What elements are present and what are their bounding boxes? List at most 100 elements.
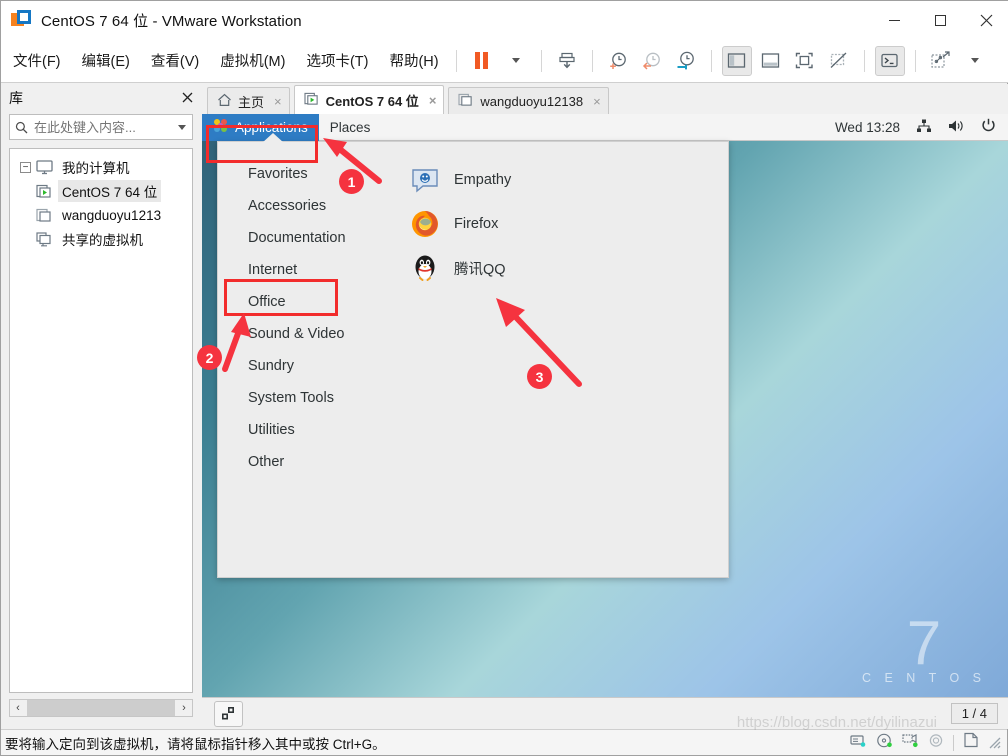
- tree-item-my-computer[interactable]: − 我的计算机: [10, 155, 192, 179]
- tab-close-icon[interactable]: ×: [429, 93, 437, 108]
- category-favorites[interactable]: Favorites: [218, 158, 400, 190]
- panel-clock[interactable]: Wed 13:28: [835, 120, 900, 135]
- category-sundry[interactable]: Sundry: [218, 350, 400, 382]
- stretch-dropdown[interactable]: [960, 46, 990, 76]
- panel-status-area: Wed 13:28: [835, 118, 1008, 136]
- status-bar: 要将输入定向到该虚拟机，请将鼠标指针移入其中或按 Ctrl+G。: [1, 729, 1007, 755]
- tree-item-centos[interactable]: CentOS 7 64 位: [36, 179, 192, 203]
- content-area: 主页 × CentOS 7 64 位 × wangduoyu12138 × Ap…: [202, 84, 1008, 729]
- tab-close-icon[interactable]: ×: [274, 94, 282, 109]
- gnome-foot-icon: [213, 118, 228, 136]
- unity-mode-button[interactable]: [824, 46, 854, 76]
- tab-centos[interactable]: CentOS 7 64 位 ×: [293, 85, 445, 114]
- home-icon: [217, 93, 232, 110]
- library-search[interactable]: [9, 114, 193, 140]
- library-horizontal-scrollbar[interactable]: ‹ ›: [9, 699, 193, 717]
- category-office[interactable]: Office: [218, 286, 400, 318]
- send-ctrl-alt-del-button[interactable]: [552, 46, 582, 76]
- send-keys-icon: [559, 52, 575, 68]
- tree-expander-icon[interactable]: −: [20, 161, 31, 173]
- title-bar: CentOS 7 64 位 - VMware Workstation: [1, 1, 1008, 39]
- stretch-guest-button[interactable]: [926, 46, 956, 76]
- usb-status-icon[interactable]: [963, 732, 979, 753]
- network-status-icon[interactable]: [902, 733, 919, 753]
- vm-console[interactable]: Applications Places Wed 13:28 7 C E N T …: [202, 114, 1008, 697]
- menu-tabs[interactable]: 选项卡(T): [297, 46, 377, 75]
- scroll-left-arrow[interactable]: ‹: [10, 702, 26, 714]
- restore-windows-button[interactable]: [214, 700, 243, 727]
- library-tree[interactable]: − 我的计算机 CentOS 7 64 位 wangduoyu1213 共享的虚…: [9, 148, 193, 693]
- cd-dvd-status-icon[interactable]: [876, 733, 893, 753]
- menu-view[interactable]: 查看(V): [142, 46, 208, 75]
- suspend-button[interactable]: [467, 46, 497, 76]
- category-documentation[interactable]: Documentation: [218, 222, 400, 254]
- console-view-button[interactable]: [874, 45, 905, 76]
- close-button[interactable]: [963, 1, 1008, 39]
- tab-close-icon[interactable]: ×: [593, 94, 601, 109]
- tab-home[interactable]: 主页 ×: [207, 87, 290, 114]
- tree-item-label: wangduoyu1213: [62, 207, 162, 223]
- gnome-top-panel: Applications Places Wed 13:28: [202, 114, 1008, 141]
- places-menu-button[interactable]: Places: [319, 120, 382, 135]
- maximize-button[interactable]: [917, 1, 963, 39]
- search-dropdown-icon[interactable]: [172, 124, 192, 130]
- scrollbar-thumb[interactable]: [27, 700, 175, 716]
- hard-disk-status-icon[interactable]: [850, 733, 867, 753]
- tab-label: CentOS 7 64 位: [325, 93, 419, 109]
- menu-edit[interactable]: 编辑(E): [73, 46, 139, 75]
- minimize-button[interactable]: [871, 1, 917, 39]
- tab-label: 主页: [238, 94, 265, 110]
- clock-plus-icon: [610, 52, 626, 69]
- volume-icon[interactable]: [948, 119, 965, 136]
- firefox-icon: [410, 209, 440, 239]
- vm-status-bar: 1 / 4: [202, 697, 1008, 729]
- bottom-pane-icon: [761, 53, 780, 68]
- category-accessories[interactable]: Accessories: [218, 190, 400, 222]
- tree-item-wangduoyu[interactable]: wangduoyu1213: [36, 203, 192, 227]
- category-other[interactable]: Other: [218, 446, 400, 478]
- vmware-workstation-window: CentOS 7 64 位 - VMware Workstation 文件(F)…: [0, 0, 1008, 756]
- menu-help[interactable]: 帮助(H): [380, 46, 447, 75]
- scroll-right-arrow[interactable]: ›: [176, 702, 192, 714]
- menu-file[interactable]: 文件(F): [4, 46, 70, 75]
- clock-back-icon: [643, 52, 660, 70]
- category-sound-video[interactable]: Sound & Video: [218, 318, 400, 350]
- search-icon: [10, 121, 32, 134]
- snapshot-take-button[interactable]: [603, 46, 633, 76]
- vm-stopped-icon: [36, 208, 53, 223]
- tab-label: wangduoyu12138: [480, 93, 584, 109]
- toolbar-divider: [540, 49, 542, 72]
- fullscreen-button[interactable]: [790, 46, 820, 76]
- show-library-button[interactable]: [721, 45, 752, 76]
- snapshot-manager-button[interactable]: [671, 46, 701, 76]
- applications-menu-button[interactable]: Applications: [202, 114, 319, 141]
- printer-status-icon[interactable]: [928, 733, 944, 753]
- restore-windows-icon: [222, 707, 234, 720]
- left-pane-icon: [727, 53, 746, 68]
- power-icon[interactable]: [981, 118, 996, 136]
- snapshot-revert-button[interactable]: [637, 46, 667, 76]
- category-system-tools[interactable]: System Tools: [218, 382, 400, 414]
- fullscreen-icon: [795, 52, 813, 69]
- app-empathy[interactable]: Empathy: [400, 158, 728, 202]
- resize-grip-icon[interactable]: [988, 736, 1001, 749]
- centos-wallpaper-brand: 7 C E N T O S: [862, 613, 986, 686]
- category-utilities[interactable]: Utilities: [218, 414, 400, 446]
- applications-menu-popup[interactable]: Favorites Accessories Documentation Inte…: [217, 133, 729, 578]
- network-icon[interactable]: [916, 119, 932, 136]
- category-internet[interactable]: Internet: [218, 254, 400, 286]
- tree-item-shared-vms[interactable]: 共享的虚拟机: [36, 227, 192, 251]
- app-firefox[interactable]: Firefox: [400, 202, 728, 246]
- menu-vm[interactable]: 虚拟机(M): [211, 46, 294, 75]
- power-dropdown[interactable]: [501, 46, 531, 76]
- clock-wrench-icon: [677, 51, 694, 70]
- search-input[interactable]: [32, 118, 172, 136]
- app-tencent-qq[interactable]: 腾讯QQ: [400, 246, 728, 290]
- stretch-icon: [931, 51, 950, 68]
- show-thumbnails-button[interactable]: [756, 46, 786, 76]
- page-indicator[interactable]: 1 / 4: [950, 703, 998, 724]
- tab-wangduoyu[interactable]: wangduoyu12138 ×: [448, 87, 609, 114]
- gnome-desktop[interactable]: 7 C E N T O S Favorites Accessories Docu…: [202, 133, 1008, 697]
- library-title: 库: [9, 90, 23, 106]
- library-close-icon[interactable]: [182, 91, 193, 106]
